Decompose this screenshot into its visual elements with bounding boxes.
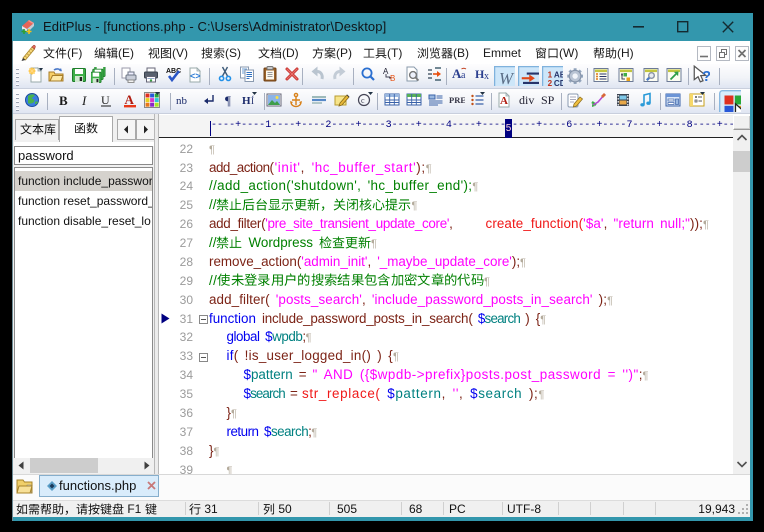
svg-text:W: W [499,69,515,86]
svg-text:PRE: PRE [449,95,465,105]
svg-text:U: U [101,93,110,107]
svg-text:div: div [519,93,534,107]
svg-text:a: a [461,70,466,81]
svg-text:2: 2 [548,79,553,86]
svg-text:B: B [390,74,395,82]
svg-text:x: x [484,71,489,82]
svg-text:H: H [242,95,251,107]
svg-text:Í: Í [251,96,254,106]
svg-text:?: ? [702,69,710,83]
svg-text:CD: CD [554,79,563,86]
svg-text:A: A [125,92,135,107]
svg-text:1: 1 [548,70,553,79]
svg-text:AB: AB [554,70,563,79]
svg-text:¶: ¶ [225,93,231,108]
svg-text:A: A [500,95,508,107]
svg-text:c: c [361,96,365,105]
svg-text:nb: nb [176,95,188,107]
svg-text:<>: <> [190,71,201,81]
svg-text:I: I [81,93,87,108]
svg-text:B: B [59,93,68,108]
svg-text:SP: SP [541,93,555,107]
